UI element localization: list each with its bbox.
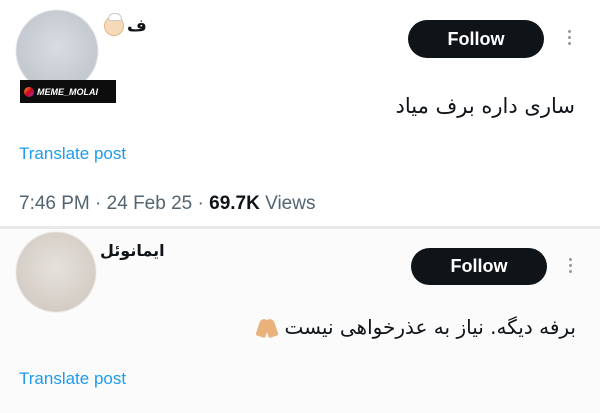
translate-post-link[interactable]: Translate post: [19, 144, 126, 164]
views-count: 69.7K: [209, 193, 260, 214]
post-1: ف MEME_MOLAI Follow ساری داره برف میاد T…: [0, 0, 600, 226]
views-label: Views: [265, 193, 316, 214]
more-options-icon[interactable]: [567, 258, 573, 273]
watermark: MEME_MOLAI: [20, 80, 116, 103]
post-meta: 7:46 PM · 24 Feb 25 · 69.7K Views: [19, 193, 316, 214]
post-text: ساری داره برف میاد: [395, 94, 575, 118]
author-name[interactable]: ایمانوئل: [100, 241, 165, 260]
post-date[interactable]: 24 Feb 25: [107, 193, 193, 214]
avatar[interactable]: [16, 232, 96, 312]
post-text-content: برفه دیگه. نیاز به عذرخواهی نیست: [284, 315, 576, 339]
translate-post-link[interactable]: Translate post: [19, 369, 126, 389]
watermark-text: MEME_MOLAI: [37, 86, 99, 97]
follow-button[interactable]: Follow: [411, 248, 547, 285]
author-name-text: ف: [127, 16, 147, 36]
post-time[interactable]: 7:46 PM: [19, 193, 90, 214]
baby-angel-emoji-icon: [104, 13, 124, 36]
post-2: ایمانوئل Follow برفه دیگه. نیاز به عذرخو…: [0, 229, 600, 413]
folded-hands-emoji-icon: [256, 317, 278, 337]
more-options-icon[interactable]: [566, 30, 572, 45]
instagram-icon: [24, 86, 34, 97]
follow-button[interactable]: Follow: [408, 20, 544, 58]
author-name[interactable]: ف: [104, 13, 147, 36]
post-text: برفه دیگه. نیاز به عذرخواهی نیست: [256, 315, 576, 339]
